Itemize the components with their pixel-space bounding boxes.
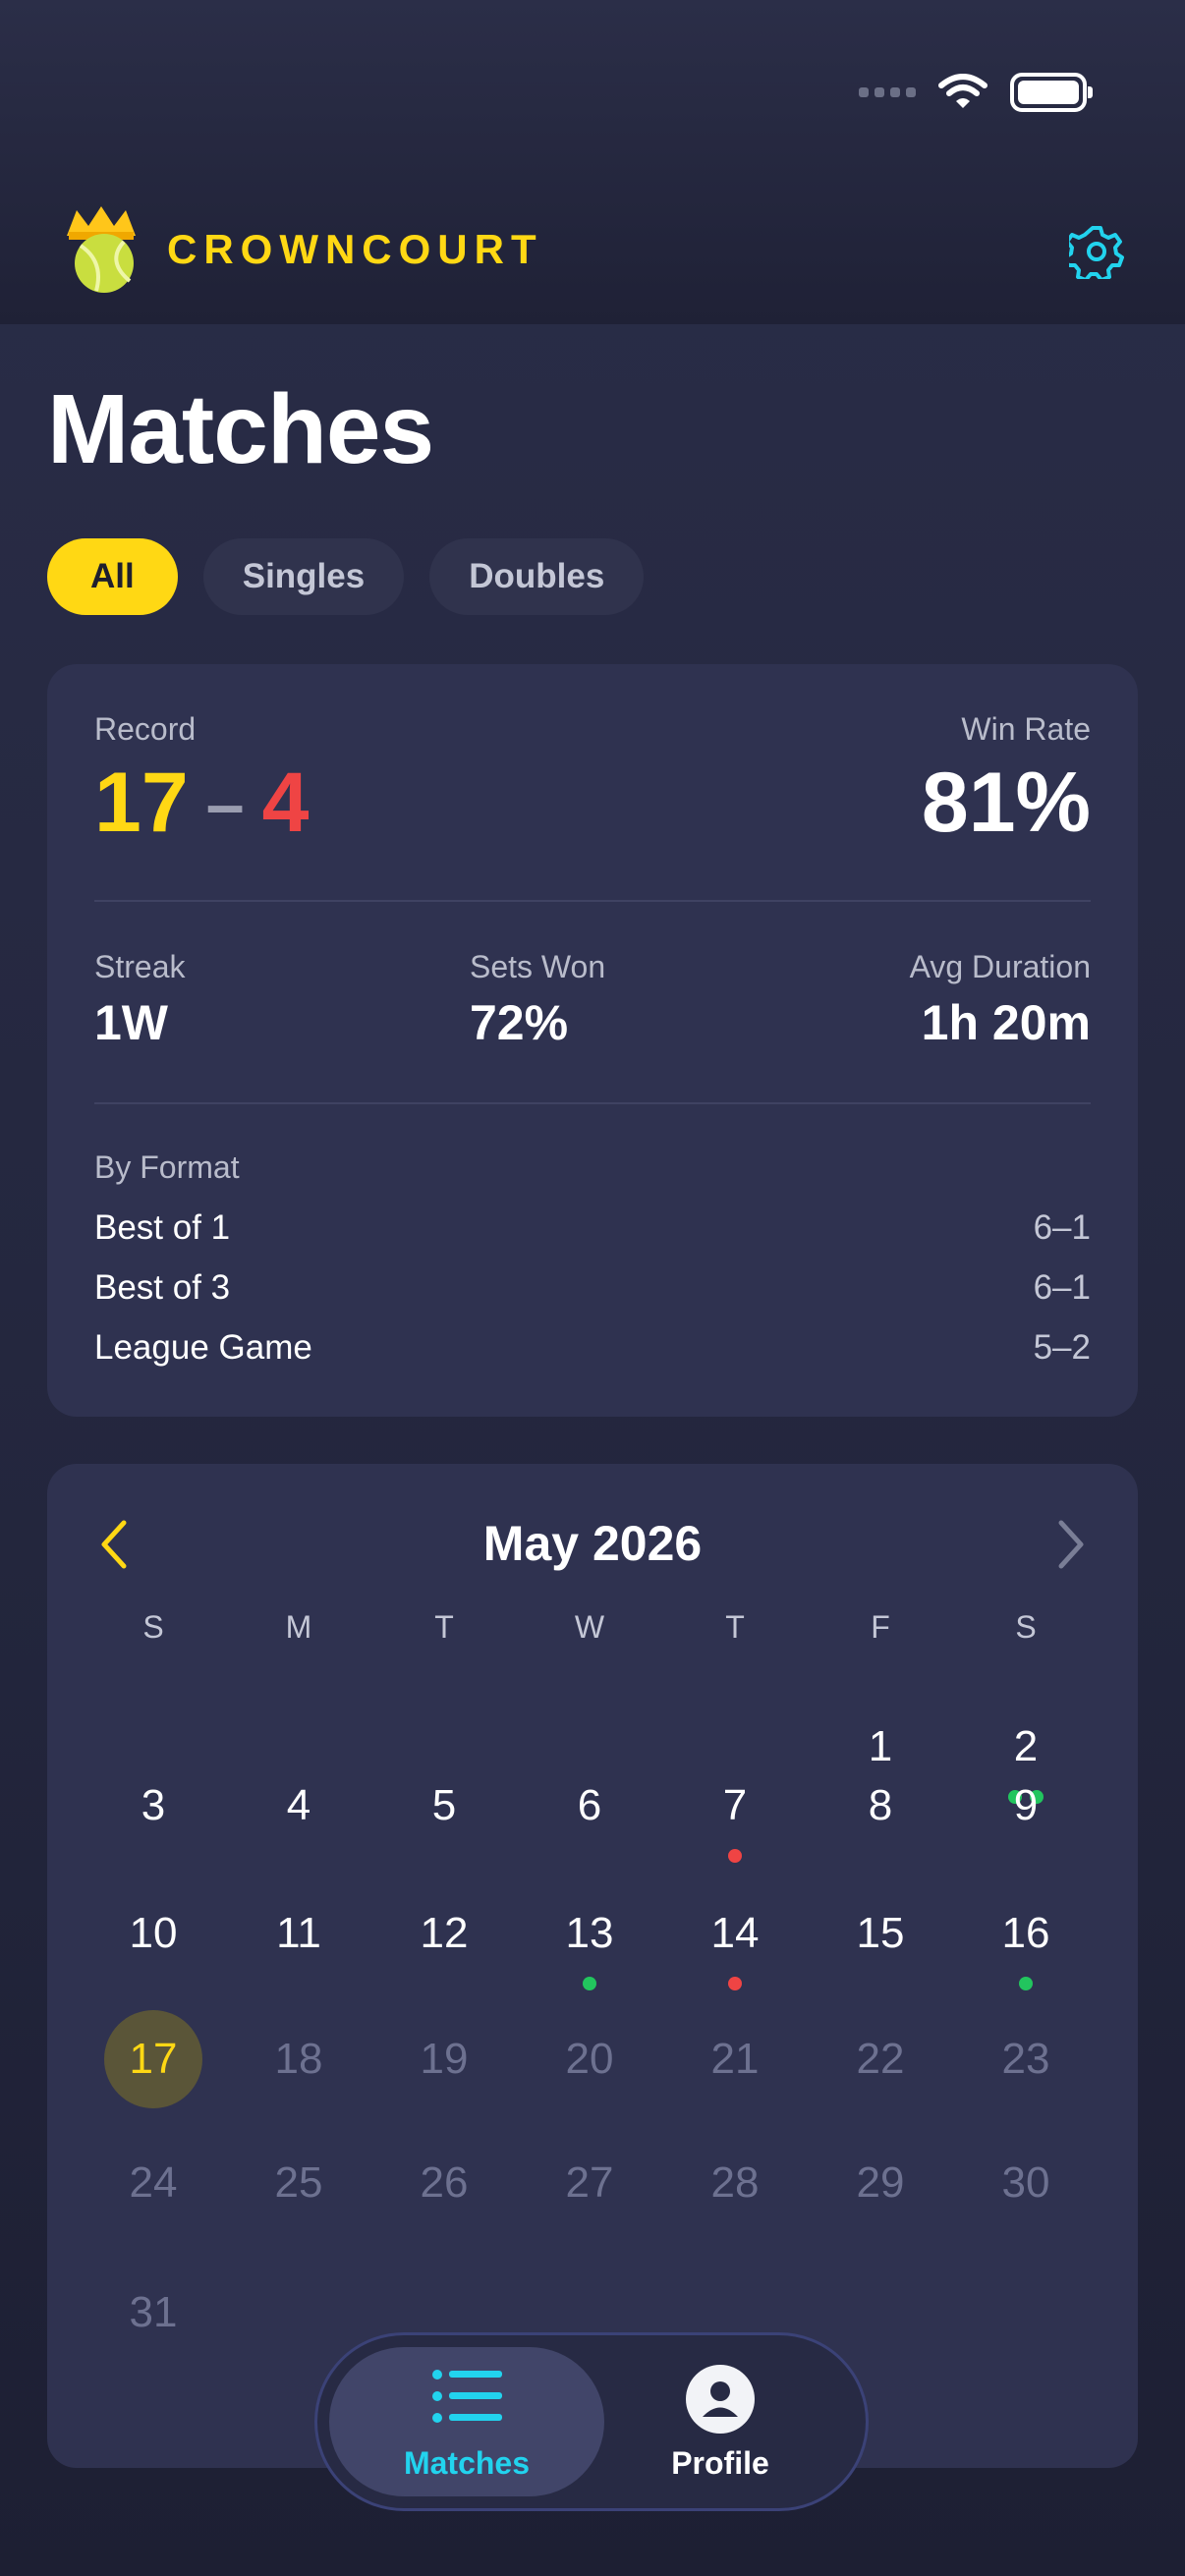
format-score: 5–2	[1033, 1328, 1091, 1367]
calendar-day[interactable]: 18	[250, 2010, 348, 2108]
calendar-day[interactable]: 6	[540, 1757, 639, 1855]
calendar-day[interactable]: 8	[831, 1757, 930, 1855]
calendar-day[interactable]: 28	[686, 2134, 784, 2232]
chevron-right-icon	[1058, 1520, 1084, 1569]
calendar-day[interactable]: 21	[686, 2010, 784, 2108]
page-title: Matches	[47, 374, 434, 484]
weekday-label: S	[142, 1609, 164, 1645]
battery-icon	[1010, 73, 1093, 112]
weekday-label: F	[871, 1609, 890, 1645]
tab-matches[interactable]: Matches	[329, 2347, 604, 2496]
sets-won-label: Sets Won	[470, 949, 606, 984]
format-name: Best of 3	[94, 1268, 231, 1307]
filter-chips: All Singles Doubles	[47, 538, 645, 615]
brand-name: CROWNCOURT	[167, 226, 543, 272]
losses-count: 4	[261, 756, 310, 850]
next-month-button[interactable]	[1051, 1517, 1091, 1572]
weekday-label: T	[725, 1609, 745, 1645]
win-rate-label: Win Rate	[961, 711, 1091, 747]
filter-singles-chip[interactable]: Singles	[202, 538, 405, 615]
record-label: Record	[94, 711, 197, 747]
status-bar	[859, 73, 1093, 112]
gear-icon	[1063, 226, 1124, 282]
calendar-day[interactable]: 16	[977, 1884, 1075, 1983]
crown-tennis-ball-icon	[67, 206, 136, 293]
brand: CROWNCOURT	[63, 206, 543, 293]
by-format-label: By Format	[94, 1149, 240, 1185]
calendar-day[interactable]: 31	[104, 2264, 202, 2362]
calendar-day[interactable]: 30	[977, 2134, 1075, 2232]
calendar-day[interactable]: 24	[104, 2134, 202, 2232]
win-dot	[1019, 1977, 1033, 1990]
calendar-day[interactable]: 22	[831, 2010, 930, 2108]
streak-label: Streak	[94, 949, 186, 984]
win-rate-value: 81%	[921, 756, 1091, 850]
tab-profile-label: Profile	[671, 2445, 769, 2481]
stats-card: Record Win Rate 17 – 4 81% Streak 1W Set…	[47, 664, 1138, 1417]
weekday-label: W	[574, 1609, 605, 1645]
format-score: 6–1	[1033, 1268, 1091, 1307]
match-result-dots	[728, 1977, 742, 1990]
weekday-label: T	[434, 1609, 454, 1645]
wifi-icon	[937, 74, 988, 111]
settings-button[interactable]	[1063, 224, 1124, 282]
sets-won-value: 72%	[470, 995, 569, 1050]
calendar-month-title: May 2026	[482, 1516, 703, 1571]
divider	[94, 1102, 1091, 1104]
weekday-label: S	[1015, 1609, 1037, 1645]
calendar-day[interactable]: 20	[540, 2010, 639, 2108]
record-value: 17 – 4	[94, 755, 309, 852]
calendar-day[interactable]: 9	[977, 1757, 1075, 1855]
format-row: League Game 5–2	[94, 1328, 1091, 1368]
tab-profile[interactable]: Profile	[602, 2347, 838, 2496]
loss-dot	[728, 1849, 742, 1863]
calendar-day[interactable]: 12	[395, 1884, 493, 1983]
format-name: Best of 1	[94, 1208, 231, 1247]
filter-doubles-chip[interactable]: Doubles	[429, 538, 645, 615]
filter-all-chip[interactable]: All	[47, 538, 178, 615]
win-dot	[583, 1977, 596, 1990]
loss-dot	[728, 1977, 742, 1990]
avg-duration-label: Avg Duration	[909, 949, 1091, 984]
format-row: Best of 3 6–1	[94, 1268, 1091, 1308]
calendar-day[interactable]: 27	[540, 2134, 639, 2232]
calendar-day[interactable]: 13	[540, 1884, 639, 1983]
match-result-dots	[583, 1977, 596, 1990]
calendar-day[interactable]: 26	[395, 2134, 493, 2232]
calendar-day[interactable]: 15	[831, 1884, 930, 1983]
calendar-day[interactable]: 3	[104, 1757, 202, 1855]
cellular-signal-icon	[859, 87, 916, 97]
calendar-day[interactable]: 10	[104, 1884, 202, 1983]
match-result-dots	[1019, 1977, 1033, 1990]
calendar-day-today[interactable]: 17	[104, 2010, 202, 2108]
list-icon	[432, 2370, 502, 2423]
calendar-day[interactable]: 4	[250, 1757, 348, 1855]
avg-duration-value: 1h 20m	[921, 995, 1091, 1050]
streak-value: 1W	[94, 995, 168, 1050]
calendar-day[interactable]: 19	[395, 2010, 493, 2108]
calendar-day[interactable]: 11	[250, 1884, 348, 1983]
match-result-dots	[728, 1849, 742, 1863]
format-name: League Game	[94, 1328, 312, 1367]
calendar-day[interactable]: 14	[686, 1884, 784, 1983]
calendar-day[interactable]: 25	[250, 2134, 348, 2232]
user-icon	[686, 2365, 755, 2434]
weekday-label: M	[285, 1609, 312, 1645]
format-row: Best of 1 6–1	[94, 1208, 1091, 1248]
top-bar: CROWNCOURT	[0, 0, 1185, 324]
wins-count: 17	[94, 756, 189, 850]
calendar-day[interactable]: 23	[977, 2010, 1075, 2108]
record-separator: –	[205, 764, 245, 842]
divider	[94, 900, 1091, 902]
format-score: 6–1	[1033, 1208, 1091, 1247]
calendar-day[interactable]: 5	[395, 1757, 493, 1855]
calendar-card: May 2026 S M T W T F S 1 2 3 4 5 6 7 8 9 10 11 12 13 14 15 16 1…	[47, 1464, 1138, 2468]
tab-matches-label: Matches	[403, 2445, 531, 2481]
tab-bar: Matches Profile	[314, 2332, 869, 2511]
calendar-day[interactable]: 29	[831, 2134, 930, 2232]
calendar-day[interactable]: 7	[686, 1757, 784, 1855]
